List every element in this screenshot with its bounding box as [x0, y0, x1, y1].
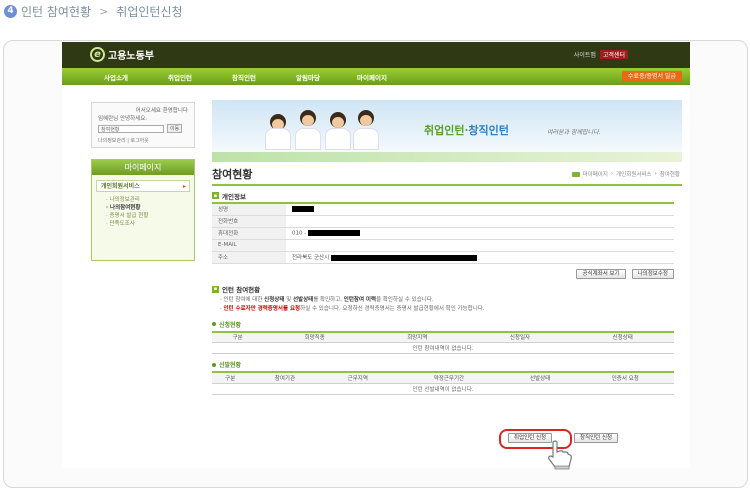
child-illustration-body [265, 128, 291, 150]
child-illustration [330, 112, 346, 128]
banner-grass [212, 152, 682, 162]
applications-heading: 신청현황 [212, 320, 682, 329]
selections-heading: 선발현황 [212, 360, 682, 369]
personal-info-table: 성명 전화번호 휴대전화 010 - E-MAIL 주소 전라북도 군산시 [212, 202, 674, 264]
side-menu-item-participation[interactable]: · 나의참여현황 [106, 204, 194, 212]
step-number-badge: 4 [4, 4, 17, 18]
chevron-right-icon: > [99, 4, 109, 18]
redacted-name [292, 206, 314, 212]
main-nav: 사업소개 취업인턴 창직인턴 알림마당 마이페이지 수료증/증명서 발급 [62, 68, 690, 85]
table-row: 휴대전화 010 - [212, 227, 674, 240]
tutorial-crumb-2: 취업인턴신청 [116, 4, 183, 19]
side-menu-title: 마이페이지 [92, 160, 194, 175]
promo-banner: 취업인턴·창직인턴 여러분과 함께합니다. [212, 100, 682, 162]
section-bullet-icon: ▪ [212, 192, 219, 199]
tutorial-breadcrumb: 4 인턴 참여현황 > 취업인턴신청 [4, 3, 183, 19]
nav-item-mypage[interactable]: 마이페이지 [340, 72, 404, 82]
table-row: E-MAIL [212, 239, 674, 252]
child-illustration [300, 110, 316, 126]
intern-status-heading: ▪ 인턴 참여현황 [212, 285, 261, 294]
selections-table: 구분 참여기관 근무지역 약정근무기간 선발상태 인증서 요청 인턴 선발내역이 없습니다… [212, 371, 674, 395]
customer-center-link[interactable]: 고객센터 [599, 50, 628, 59]
breadcrumb-current: 참여현황 [659, 172, 680, 178]
side-menu-subtitle[interactable]: 개인회원서비스 ▸ [96, 180, 190, 192]
table-header-row: 구분 희망직종 희망지역 신청일자 신청상태 [212, 331, 674, 343]
personal-info-heading: ▪ 개인정보 [212, 192, 246, 201]
child-illustration [358, 110, 374, 126]
logout-link[interactable]: 로그아웃 [130, 138, 148, 144]
nav-item-employment-intern[interactable]: 취업인턴 [148, 72, 212, 82]
status-notes: · 인턴 참여에 대한 신청상태 및 선발상태를 확인하고, 인턴참여 이력을 … [212, 296, 682, 314]
login-status-box: 어서오세요 환영합니다 임혜란님 안녕하세요. 참여현황 이동 나의정보관리 |… [91, 102, 195, 148]
breadcrumb-service[interactable]: 개인회원서비스 [616, 170, 651, 178]
website: e 고용노동부 사이트맵 고객센터 사업소개 취업인턴 창직인턴 알림마당 마이… [62, 42, 690, 468]
home-icon[interactable] [571, 171, 580, 177]
breadcrumb-mypage[interactable]: 마이페이지 [583, 170, 608, 178]
pointer-hand-icon [548, 440, 572, 470]
redacted-phone [307, 229, 360, 236]
note-line-2: · 인턴 수료자만 경력증명서를 요청하실 수 있습니다. 요청하신 경력증명서… [220, 305, 485, 312]
applications-table: 구분 희망직종 희망지역 신청일자 신청상태 인턴 참여내역이 없습니다. [212, 330, 674, 354]
go-button[interactable]: 이동 [167, 124, 183, 133]
table-row: 주소 전라북도 군산시 [212, 251, 674, 264]
nav-item-about[interactable]: 사업소개 [84, 72, 148, 82]
my-info-link[interactable]: 나의정보관리 [98, 138, 126, 144]
greeting-line-1: 어서오세요 환영합니다 [135, 108, 188, 114]
e-logo-icon: e [90, 47, 105, 62]
nav-item-notice[interactable]: 알림마당 [276, 72, 340, 82]
edit-my-info-button[interactable]: 나의정보수정 [631, 268, 674, 279]
title-divider [212, 184, 682, 186]
tutorial-crumb-1: 인턴 참여현황 [21, 4, 92, 19]
site-header: e 고용노동부 사이트맵 고객센터 [62, 42, 690, 68]
logo-text: 고용노동부 [108, 51, 154, 62]
banner-slogan-sub: 여러분과 함께합니다. [547, 129, 601, 136]
arrow-right-icon: ▸ [182, 183, 186, 190]
table-row: 성명 [212, 203, 674, 216]
dot-bullet-icon [212, 362, 216, 367]
table-row: 인턴 선발내역이 없습니다. [212, 383, 674, 395]
main-content: 참여현황 마이페이지 › 개인회원서비스 › 참여현황 ▪ 개인정보 성명 전화… [212, 166, 682, 395]
certificate-issue-button[interactable]: 수료증/증명서 발급 [621, 71, 682, 82]
redacted-address [330, 254, 477, 261]
top-links: 사이트맵 고객센터 [574, 50, 628, 59]
table-row: 전화번호 [212, 215, 674, 228]
side-menu-item-survey[interactable]: · 만족도조사 [106, 220, 194, 228]
site-logo[interactable]: e 고용노동부 [90, 47, 154, 62]
note-line-1: · 인턴 참여에 대한 신청상태 및 선발상태를 확인하고, 인턴참여 이력을 … [220, 296, 434, 303]
side-menu-item-certificate[interactable]: · 증명서 발급 현황 [106, 212, 194, 220]
greeting-line-2: 임혜란님 안녕하세요. [98, 116, 148, 122]
child-illustration-body [325, 128, 351, 150]
child-illustration-body [353, 128, 379, 150]
mypage-side-menu: 마이페이지 개인회원서비스 ▸ · 나의정보관리 · 나의참여현황 · 증명서 발… [91, 159, 195, 261]
banner-slogan: 취업인턴·창직인턴 [424, 124, 509, 137]
page-breadcrumb: 마이페이지 › 개인회원서비스 › 참여현황 [571, 170, 680, 178]
sitemap-link[interactable]: 사이트맵 [574, 50, 596, 59]
child-illustration-body [295, 128, 321, 150]
quick-menu-select[interactable]: 참여현황 [98, 124, 164, 133]
nav-item-startup-intern[interactable]: 창직인턴 [212, 72, 276, 82]
table-header-row: 구분 참여기관 근무지역 약정근무기간 선발상태 인증서 요청 [212, 372, 674, 384]
table-row: 인턴 참여내역이 없습니다. [212, 342, 674, 354]
section-bullet-icon: ▪ [212, 285, 219, 293]
dot-bullet-icon [212, 322, 216, 326]
view-account-button[interactable]: 공식계좌서 보기 [576, 268, 626, 279]
apply-startup-intern-button[interactable]: 창직인턴 신청 [574, 433, 619, 443]
side-menu-item-my-info[interactable]: · 나의정보관리 [106, 196, 194, 204]
